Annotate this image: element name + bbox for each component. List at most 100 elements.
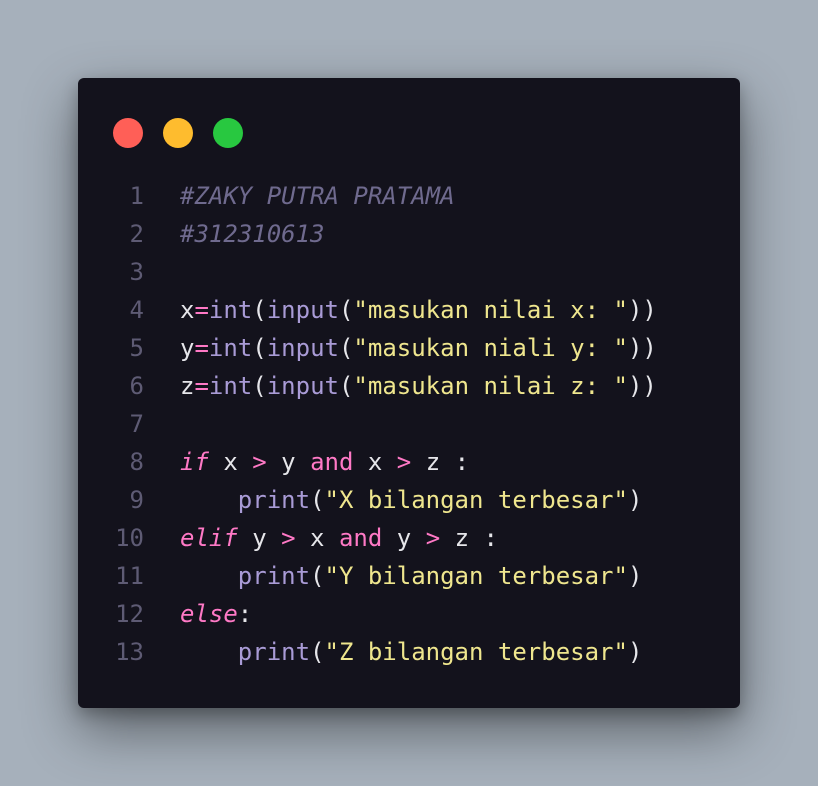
line-number: 7 — [129, 410, 144, 438]
code-line: 12 else: — [78, 595, 740, 633]
code-text[interactable]: elif y > x and y > z : — [180, 519, 498, 557]
token-kwb: and — [310, 448, 354, 476]
token-var — [180, 638, 238, 666]
token-punct: : — [237, 600, 253, 628]
code-line: 1 #ZAKY PUTRA PRATAMA — [78, 177, 740, 215]
token-fn: int — [208, 334, 253, 362]
code-text[interactable]: else: — [180, 595, 252, 633]
token-punct: : — [454, 448, 470, 476]
token-paren: ( — [252, 334, 267, 362]
code-text[interactable]: print("X bilangan terbesar") — [180, 481, 643, 519]
code-window: 1 #ZAKY PUTRA PRATAMA 2 #312310613 3 4 x=int(i… — [78, 78, 740, 708]
code-line: 10 elif y > x and y > z : — [78, 519, 740, 557]
code-line: 11 print("Y bilangan terbesar") — [78, 557, 740, 595]
token-op: = — [194, 372, 209, 400]
line-number: 1 — [129, 182, 144, 210]
token-fn: print — [237, 562, 311, 590]
token-paren: ) — [627, 638, 643, 666]
token-paren: ( — [252, 296, 267, 324]
token-comment: #312310613 — [180, 220, 325, 248]
code-line: 3 — [78, 253, 740, 291]
code-text[interactable]: #312310613 — [180, 215, 325, 253]
token-str: "Z bilangan terbesar" — [324, 638, 628, 666]
token-op: > — [425, 524, 441, 552]
token-str: "masukan niali y: " — [353, 334, 628, 362]
token-paren: ( — [252, 372, 267, 400]
line-number: 2 — [129, 220, 144, 248]
token-var: y — [180, 334, 195, 362]
token-str: "Y bilangan terbesar" — [324, 562, 628, 590]
token-var: y — [237, 524, 282, 552]
token-var: z — [180, 372, 195, 400]
token-fn: input — [266, 372, 339, 400]
code-line: 2 #312310613 — [78, 215, 740, 253]
window-controls — [113, 118, 243, 148]
line-number: 6 — [129, 372, 144, 400]
token-op: > — [281, 524, 296, 552]
token-fn: print — [237, 638, 311, 666]
token-paren: ( — [310, 562, 325, 590]
token-var — [180, 486, 238, 514]
code-block: 1 #ZAKY PUTRA PRATAMA 2 #312310613 3 4 x=int(i… — [78, 177, 740, 671]
token-var: z — [411, 448, 455, 476]
token-paren: ( — [338, 296, 354, 324]
token-paren: ( — [338, 372, 354, 400]
line-number: 8 — [129, 448, 144, 476]
token-str: "masukan nilai x: " — [353, 296, 628, 324]
code-line: 5 y=int(input("masukan niali y: ")) — [78, 329, 740, 367]
code-text[interactable]: #ZAKY PUTRA PRATAMA — [180, 177, 455, 215]
token-op: = — [194, 296, 209, 324]
code-text[interactable]: x=int(input("masukan nilai x: ")) — [180, 291, 657, 329]
line-number: 10 — [115, 524, 144, 552]
line-number: 11 — [115, 562, 144, 590]
code-line: 4 x=int(input("masukan nilai x: ")) — [78, 291, 740, 329]
token-kwb: and — [338, 524, 383, 552]
line-number: 13 — [115, 638, 144, 666]
token-paren: ( — [310, 638, 325, 666]
token-var: y — [382, 524, 426, 552]
token-comment: #ZAKY PUTRA PRATAMA — [180, 182, 455, 210]
token-fn: int — [208, 372, 253, 400]
token-var: x — [208, 448, 253, 476]
token-fn: input — [266, 296, 339, 324]
token-str: "masukan nilai z: " — [353, 372, 628, 400]
token-fn: input — [266, 334, 339, 362]
line-number: 5 — [129, 334, 144, 362]
token-str: "X bilangan terbesar" — [324, 486, 628, 514]
code-text[interactable]: z=int(input("masukan nilai z: ")) — [180, 367, 657, 405]
code-text[interactable]: print("Y bilangan terbesar") — [180, 557, 643, 595]
token-var: z — [440, 524, 484, 552]
code-line: 8 if x > y and x > z : — [78, 443, 740, 481]
token-punct: : — [483, 524, 498, 552]
code-text[interactable]: if x > y and x > z : — [180, 443, 469, 481]
line-number: 4 — [129, 296, 144, 324]
code-line: 6 z=int(input("masukan nilai z: ")) — [78, 367, 740, 405]
code-text[interactable]: print("Z bilangan terbesar") — [180, 633, 643, 671]
line-number: 3 — [129, 258, 144, 286]
token-kw: elif — [180, 524, 238, 552]
token-paren: )) — [627, 334, 657, 362]
token-op: > — [252, 448, 267, 476]
token-op: = — [194, 334, 209, 362]
token-paren: )) — [627, 296, 657, 324]
token-paren: ) — [627, 486, 643, 514]
token-var: x — [180, 296, 195, 324]
code-line: 9 print("X bilangan terbesar") — [78, 481, 740, 519]
line-number: 9 — [129, 486, 144, 514]
token-paren: ) — [627, 562, 643, 590]
code-line: 7 — [78, 405, 740, 443]
token-var: y — [266, 448, 311, 476]
maximize-button[interactable] — [213, 118, 243, 148]
close-button[interactable] — [113, 118, 143, 148]
line-number: 12 — [115, 600, 144, 628]
token-kw: else — [180, 600, 238, 628]
code-text[interactable]: y=int(input("masukan niali y: ")) — [180, 329, 657, 367]
token-var — [180, 562, 238, 590]
token-fn: int — [208, 296, 253, 324]
token-op: > — [396, 448, 412, 476]
token-paren: ( — [338, 334, 354, 362]
code-line: 13 print("Z bilangan terbesar") — [78, 633, 740, 671]
token-paren: )) — [627, 372, 657, 400]
minimize-button[interactable] — [163, 118, 193, 148]
token-fn: print — [237, 486, 311, 514]
